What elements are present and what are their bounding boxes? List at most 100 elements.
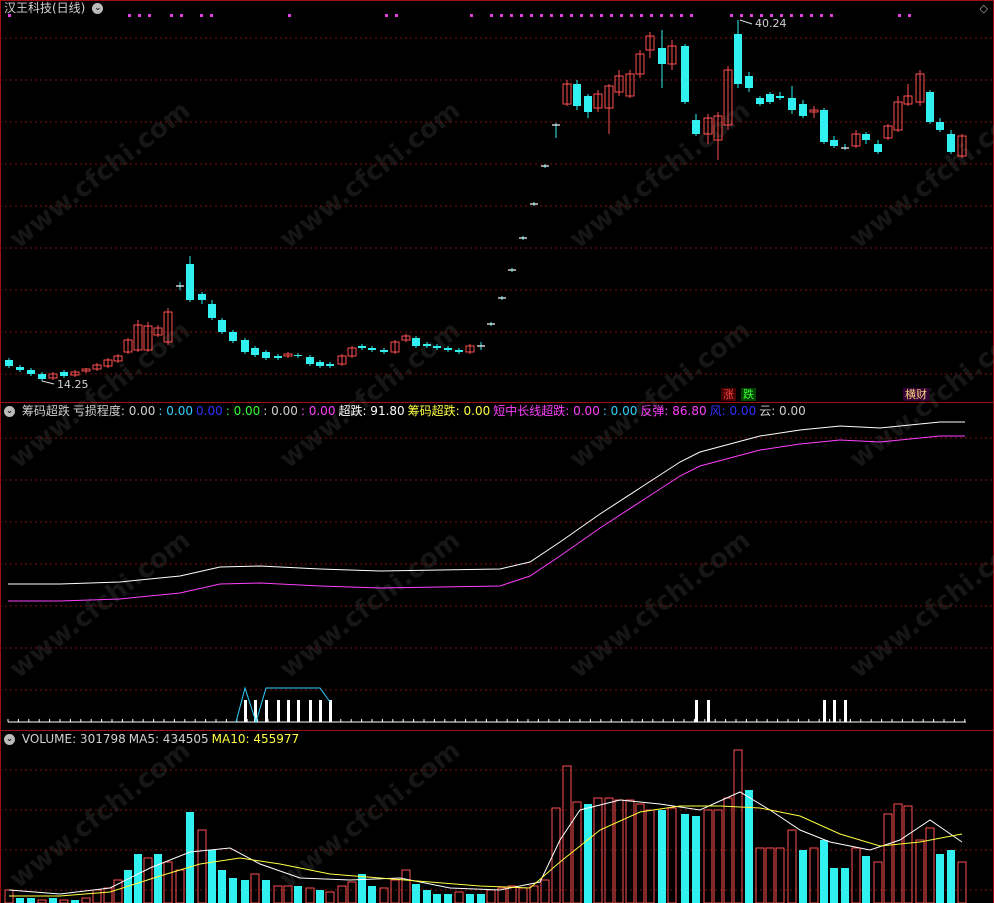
ind-spike bbox=[297, 700, 300, 722]
indicator-item: : 0.00 bbox=[300, 404, 336, 418]
ind-spike bbox=[329, 700, 332, 722]
candle-body-down bbox=[423, 344, 431, 346]
volume-bar-down bbox=[658, 810, 666, 903]
signal-dot bbox=[790, 14, 793, 17]
tag-hengcai: 横财 bbox=[903, 388, 929, 401]
volume-bar-down bbox=[218, 870, 226, 903]
candle-body-down bbox=[60, 372, 68, 376]
indicator-item: 筹码超跌 bbox=[21, 404, 70, 418]
volume-item: VOLUME: 301798 bbox=[21, 732, 126, 746]
candle-body-down bbox=[218, 320, 226, 332]
candle-body-down bbox=[16, 367, 24, 370]
volume-bar-up bbox=[755, 847, 765, 903]
candle-body-down bbox=[27, 370, 35, 374]
volume-bar-up bbox=[703, 809, 713, 903]
candle-body-down bbox=[926, 92, 934, 122]
volume-bar-down bbox=[358, 874, 366, 903]
signal-dot bbox=[138, 14, 141, 17]
volume-panel[interactable]: ⌄ VOLUME: 301798 MA5: 434505 MA10: 455977 bbox=[0, 730, 994, 903]
volume-bar-down bbox=[241, 880, 249, 903]
candle-body-down bbox=[294, 355, 302, 356]
signal-dot bbox=[550, 14, 553, 17]
volume-bar-up bbox=[325, 891, 335, 903]
signal-dot bbox=[520, 14, 523, 17]
stock-title[interactable]: 汉王科技(日线) bbox=[4, 1, 85, 15]
indicator-item: : 0.00 bbox=[225, 404, 261, 418]
candle-body-down bbox=[766, 94, 774, 102]
signal-dot bbox=[680, 14, 683, 17]
signal-dot bbox=[560, 14, 563, 17]
candle-body-down bbox=[455, 350, 463, 352]
price-panel[interactable]: 汉王科技(日线) ⌄ ◇ 40.24 14.25 涨 跌 横财 bbox=[0, 0, 994, 402]
candle-body-down bbox=[368, 348, 376, 350]
indicator-item: : 0.00 bbox=[158, 404, 193, 418]
volume-bar-down bbox=[820, 840, 828, 903]
signal-dot bbox=[148, 14, 151, 17]
indicator-item: 超跌: 91.80 bbox=[338, 404, 405, 418]
signal-dot bbox=[650, 14, 653, 17]
indicator-panel[interactable]: ⌄ 筹码超跌 亏损程度: 0.00: 0.00 0.00: 0.00: 0.00: … bbox=[0, 402, 994, 730]
high-price-label: 40.24 bbox=[755, 17, 787, 30]
volume-bar-up bbox=[733, 749, 743, 903]
signal-dot bbox=[500, 14, 503, 17]
volume-bar-down bbox=[692, 816, 700, 903]
high-pointer bbox=[739, 19, 753, 25]
volume-bar-up bbox=[529, 885, 539, 903]
candle-body-down bbox=[745, 76, 753, 88]
volume-bar-up bbox=[81, 897, 91, 903]
candle-body-down bbox=[274, 356, 282, 358]
indicator-chart[interactable] bbox=[0, 402, 994, 730]
candle-body-down bbox=[862, 134, 870, 140]
volume-bar-down bbox=[316, 890, 324, 903]
chevron-down-icon[interactable]: ⌄ bbox=[4, 406, 15, 417]
signal-dot bbox=[530, 14, 533, 17]
candle-body-down bbox=[380, 350, 388, 352]
volume-bar-up bbox=[197, 829, 207, 903]
volume-bar-down bbox=[433, 894, 441, 903]
volume-bar-down bbox=[154, 854, 162, 903]
volume-bar-up bbox=[401, 869, 411, 903]
candle-body-down bbox=[658, 48, 666, 64]
indicator-item: 风: 0.00 bbox=[709, 404, 757, 418]
signal-dot bbox=[800, 14, 803, 17]
candle-body-down bbox=[198, 294, 206, 300]
volume-bar-down bbox=[799, 850, 807, 903]
signal-dot bbox=[395, 14, 398, 17]
volume-bar-up bbox=[851, 847, 861, 903]
candle-body-down bbox=[874, 144, 882, 152]
volume-bar-down bbox=[444, 894, 452, 903]
signal-dot bbox=[600, 14, 603, 17]
candle-body-down bbox=[681, 46, 689, 102]
indicator-item: : 0.00 bbox=[602, 404, 638, 418]
ind-spike bbox=[244, 700, 247, 722]
volume-bar-up bbox=[486, 889, 496, 903]
candle-body-down bbox=[412, 338, 420, 346]
chevron-down-icon[interactable]: ⌄ bbox=[4, 734, 15, 745]
volume-bar-up bbox=[787, 829, 797, 903]
candle-body-down bbox=[251, 348, 259, 355]
volume-bar-up bbox=[390, 879, 400, 903]
chevron-down-icon[interactable]: ⌄ bbox=[92, 3, 104, 14]
signal-dot bbox=[820, 14, 823, 17]
diamond-icon[interactable]: ◇ bbox=[980, 2, 988, 15]
candle-body-down bbox=[776, 96, 784, 98]
candle-body-down bbox=[5, 360, 13, 366]
signal-dot bbox=[830, 14, 833, 17]
volume-bar-down bbox=[229, 878, 237, 903]
signal-dot bbox=[385, 14, 388, 17]
volume-bar-up bbox=[775, 847, 785, 903]
signal-dot bbox=[580, 14, 583, 17]
volume-bar-down bbox=[412, 884, 420, 903]
volume-bar-down bbox=[466, 894, 474, 903]
candlestick-chart[interactable] bbox=[0, 0, 994, 402]
volume-chart[interactable] bbox=[0, 730, 994, 903]
volume-bar-down bbox=[936, 854, 944, 903]
volume-bar-down bbox=[208, 850, 216, 903]
candle-body-down bbox=[584, 96, 592, 112]
signal-dot bbox=[660, 14, 663, 17]
volume-bar-down bbox=[423, 890, 431, 903]
volume-bar-down bbox=[681, 814, 689, 903]
candle-body-down bbox=[326, 364, 334, 366]
volume-bar-down bbox=[841, 868, 849, 903]
signal-dot bbox=[210, 14, 213, 17]
